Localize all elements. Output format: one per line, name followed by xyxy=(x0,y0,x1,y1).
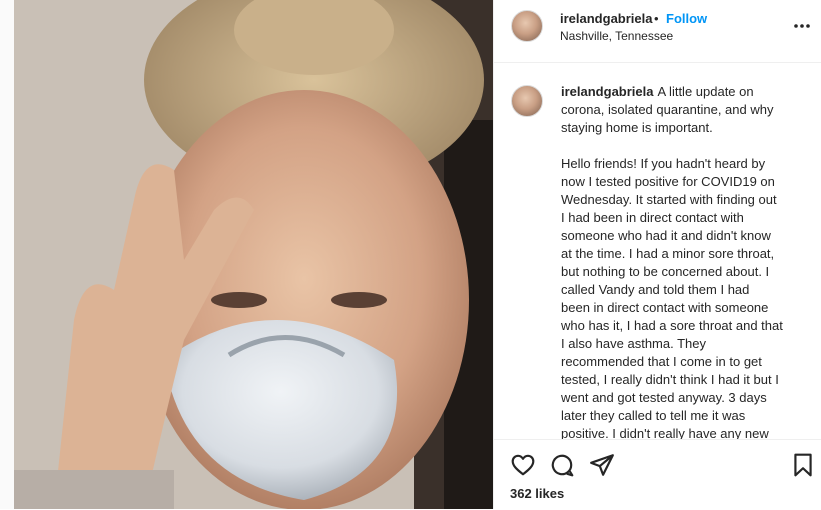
caption-line: later they called to tell me it was xyxy=(561,408,746,423)
page-background-strip xyxy=(0,0,14,509)
post-header: irelandgabriela • Follow Nashville, Tenn… xyxy=(494,0,821,63)
photo-illustration xyxy=(14,0,493,509)
comment-icon[interactable] xyxy=(549,452,575,478)
paper-plane-icon[interactable] xyxy=(589,452,615,478)
caption-line: Hello friends! If you hadn't heard by xyxy=(561,156,766,171)
caption-line: Wednesday. It started with finding out xyxy=(561,192,777,207)
likes-count[interactable]: 362 likes xyxy=(510,486,564,501)
caption-line: now I tested positive for COVID19 on xyxy=(561,174,775,189)
caption-section: irelandgabriela A little update on corona… xyxy=(494,63,821,439)
caption-line: at the time. I had a minor sore throat, xyxy=(561,246,775,261)
separator-dot: • xyxy=(654,11,659,26)
post-location[interactable]: Nashville, Tennessee xyxy=(560,29,673,43)
heart-icon[interactable] xyxy=(510,452,536,478)
avatar[interactable] xyxy=(511,10,543,42)
caption-line: been in direct contact with someone xyxy=(561,300,769,315)
follow-button[interactable]: Follow xyxy=(666,11,707,26)
caption-line: went and got tested anyway. 3 days xyxy=(561,390,767,405)
caption-line: corona, isolated quarantine, and why xyxy=(561,102,774,117)
caption-line: positive. I didn't really have any new xyxy=(561,426,769,439)
caption-author-username[interactable]: irelandgabriela xyxy=(561,84,653,99)
caption-line: tested, I really didn't think I had it b… xyxy=(561,372,779,387)
post-detail-panel: irelandgabriela • Follow Nashville, Tenn… xyxy=(493,0,821,509)
post-caption: irelandgabriela A little update on corona… xyxy=(561,83,805,439)
caption-line: called Vandy and told them I had xyxy=(561,282,750,297)
avatar[interactable] xyxy=(511,85,543,117)
post-actions: 362 likes xyxy=(494,439,821,510)
caption-line: but nothing to be concerned about. I xyxy=(561,264,770,279)
caption-line: I had been in direct contact with xyxy=(561,210,744,225)
post-author-username[interactable]: irelandgabriela xyxy=(560,11,652,26)
caption-line: I also have asthma. They xyxy=(561,336,707,351)
caption-line: A little update on xyxy=(657,84,754,99)
bookmark-icon[interactable] xyxy=(790,452,816,478)
post-photo[interactable] xyxy=(14,0,493,509)
caption-line: recommended that I come in to get xyxy=(561,354,762,369)
caption-line: who has it, I had a sore throat and that xyxy=(561,318,783,333)
caption-line: staying home is important. xyxy=(561,120,713,135)
more-options-icon[interactable] xyxy=(792,16,812,36)
caption-line: someone who had it and didn't know xyxy=(561,228,771,243)
